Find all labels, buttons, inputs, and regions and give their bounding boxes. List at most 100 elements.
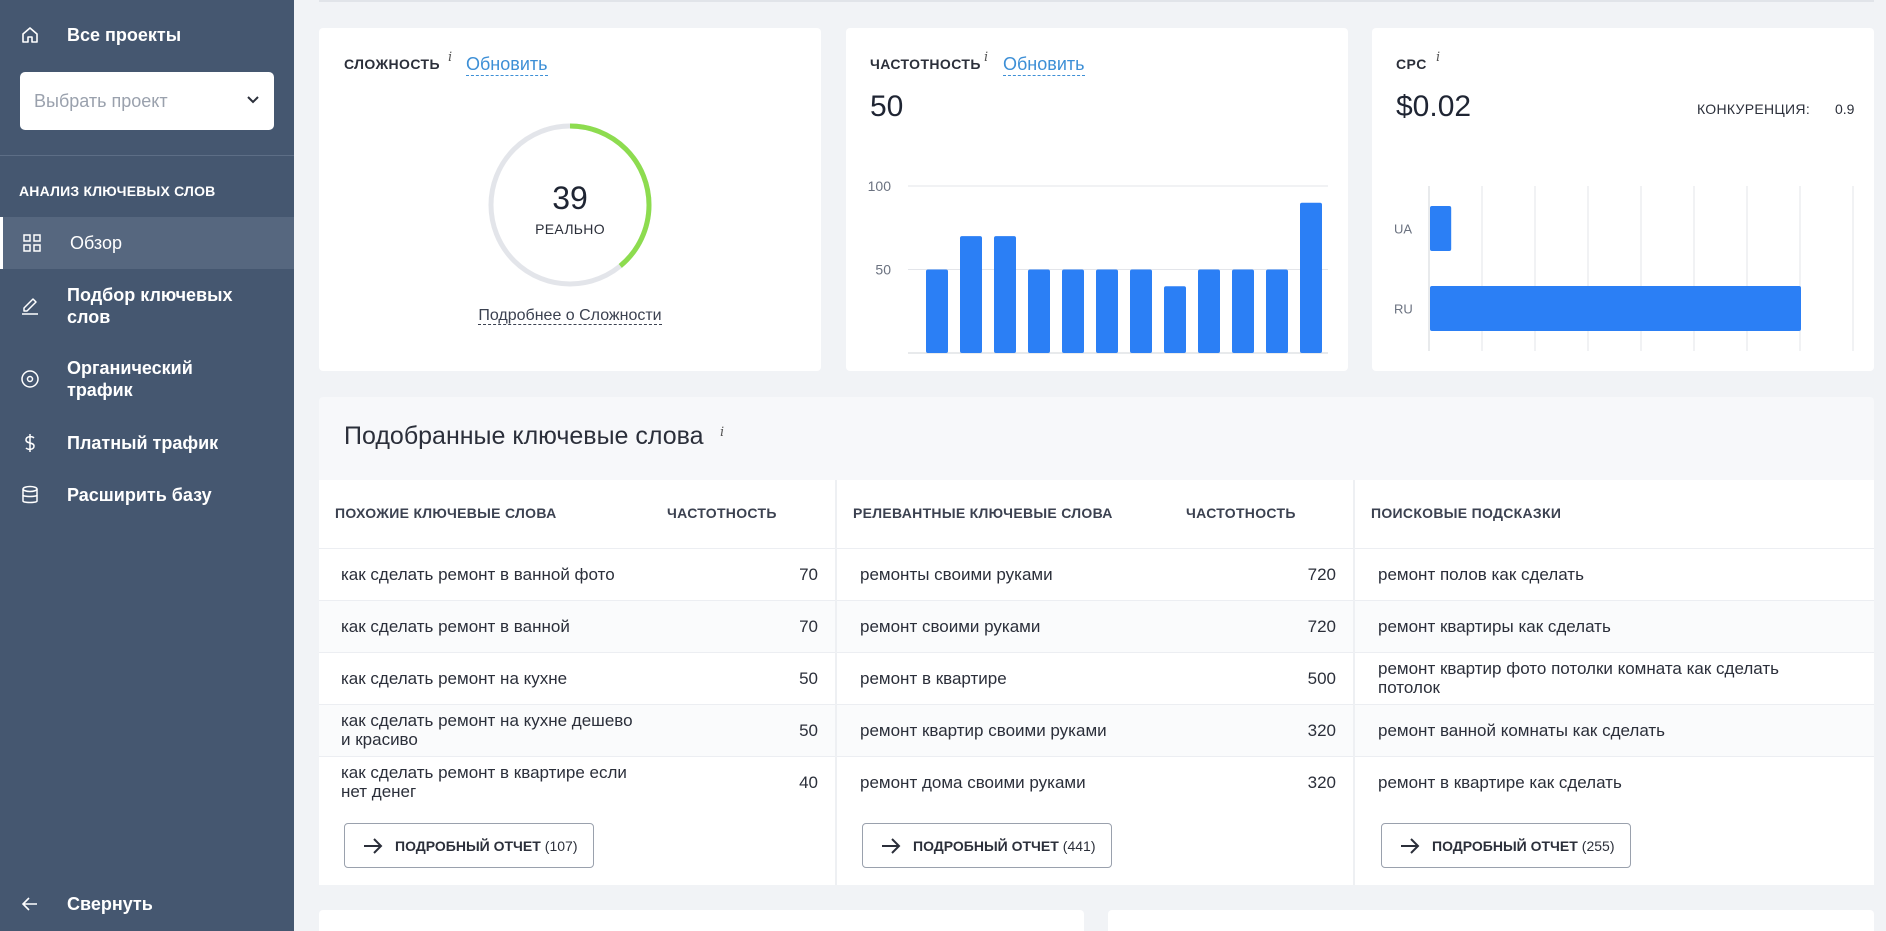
keyword-frequency: 320 <box>1258 704 1336 756</box>
y-tick-label: UA <box>1394 222 1412 237</box>
competition-label: КОНКУРЕНЦИЯ: <box>1697 101 1811 117</box>
keyword-link[interactable]: как сделать ремонт на кухне дешево и кра… <box>341 704 641 756</box>
sidebar-item-expand-database[interactable]: Расширить базу <box>0 482 294 508</box>
sidebar: Все проекты Выбрать проект АНАЛИЗ КЛЮЧЕВ… <box>0 0 294 931</box>
suggestion-link-text: ремонт квартир фото потолки комната как … <box>1378 659 1779 697</box>
frequency-bar <box>1062 269 1084 353</box>
info-icon[interactable]: i <box>1436 50 1440 65</box>
keyword-link[interactable]: как сделать ремонт в квартире если нет д… <box>341 756 641 808</box>
keyword-link[interactable]: как сделать ремонт на кухне <box>341 652 641 704</box>
keyword-link[interactable]: ремонт в квартире <box>860 652 1180 704</box>
difficulty-more-link[interactable]: Подробнее о Сложности <box>478 307 662 325</box>
cpc-chart: 0.050.10.150.20.250.30.350.4UARU <box>1394 186 1854 351</box>
difficulty-refresh-link[interactable]: Обновить <box>466 53 548 76</box>
frequency-bar <box>1198 269 1220 353</box>
suggestion-link-text: ремонт в квартире как сделать <box>1378 772 1622 792</box>
suggestion-link-text: ремонт ванной комнаты как сделать <box>1378 720 1666 740</box>
detailed-report-button-similar[interactable]: ПОДРОБНЫЙ ОТЧЕТ (107) <box>344 823 595 868</box>
keyword-link[interactable]: ремонт квартир своими руками <box>860 704 1180 756</box>
suggestion-link[interactable]: ремонт квартир фото потолки комната как … <box>1378 652 1828 704</box>
keyword-frequency-text: 720 <box>1307 564 1336 584</box>
sidebar-item-label: Платный трафик <box>67 433 219 453</box>
database-icon <box>20 485 40 505</box>
keyword-link[interactable]: ремонт своими руками <box>860 600 1180 652</box>
pencil-icon <box>20 296 40 316</box>
info-icon[interactable]: i <box>720 425 724 440</box>
bottom-card <box>1108 910 1874 931</box>
keyword-frequency: 40 <box>740 756 818 808</box>
sidebar-item-label: Подбор ключевых слов <box>67 285 233 327</box>
sidebar-item-paid-traffic[interactable]: Платный трафик <box>0 430 294 456</box>
cpc-value: $0.02 <box>1396 90 1472 123</box>
arrow-right-icon <box>363 837 383 854</box>
keyword-frequency-text: 720 <box>1307 616 1336 636</box>
detailed-report-button-suggestions[interactable]: ПОДРОБНЫЙ ОТЧЕТ (255) <box>1381 823 1632 868</box>
search-suggestions-header: ПОИСКОВЫЕ ПОДСКАЗКИ <box>1371 505 1562 521</box>
sidebar-item-label: Расширить базу <box>67 485 212 505</box>
frequency-bar <box>1300 202 1322 353</box>
keyword-link-text: ремонт своими руками <box>860 616 1041 636</box>
suggestion-link[interactable]: ремонт квартиры как сделать <box>1378 600 1828 652</box>
y-tick-label: RU <box>1394 302 1413 317</box>
info-icon[interactable]: i <box>448 50 452 65</box>
keyword-frequency-text: 70 <box>799 616 818 636</box>
suggestion-link[interactable]: ремонт полов как сделать <box>1378 548 1828 600</box>
suggestion-link[interactable]: ремонт в квартире как сделать <box>1378 756 1828 808</box>
frequency-bar <box>1232 269 1254 353</box>
keyword-frequency-text: 50 <box>799 668 818 688</box>
report-button-label: ПОДРОБНЫЙ ОТЧЕТ <box>1432 837 1578 854</box>
keyword-link[interactable]: ремонт дома своими руками <box>860 756 1180 808</box>
keyword-link[interactable]: как сделать ремонт в ванной <box>341 600 641 652</box>
frequency-value: 50 <box>870 90 904 123</box>
grid-icon <box>22 233 42 253</box>
home-icon <box>20 25 40 45</box>
suggestion-link-text: ремонт полов как сделать <box>1378 564 1584 584</box>
keyword-link-text: как сделать ремонт на кухне дешево и кра… <box>341 711 633 749</box>
sidebar-item-organic-traffic[interactable]: Органический трафик <box>0 357 294 401</box>
collapse-sidebar-button[interactable]: Свернуть <box>0 891 294 917</box>
keyword-link-text: как сделать ремонт в ванной фото <box>341 564 615 584</box>
top-divider <box>319 0 1874 2</box>
project-select-placeholder: Выбрать проект <box>34 90 168 111</box>
target-icon <box>20 369 40 389</box>
keyword-link-text: ремонт в квартире <box>860 668 1007 688</box>
suggestion-link[interactable]: ремонт ванной комнаты как сделать <box>1378 704 1828 756</box>
keyword-frequency: 70 <box>740 548 818 600</box>
bottom-card <box>319 910 1084 931</box>
frequency-refresh-link[interactable]: Обновить <box>1003 53 1085 76</box>
difficulty-title: СЛОЖНОСТЬ <box>344 56 440 72</box>
chevron-down-icon <box>246 92 260 110</box>
cpc-card: CPC i $0.02 КОНКУРЕНЦИЯ: 0.9 0.050.10.15… <box>1372 28 1874 371</box>
keyword-link[interactable]: ремонты своими руками <box>860 548 1180 600</box>
frequency-chart: 10050Май 2019Сен 2019Янв 2020 <box>868 178 1328 354</box>
arrow-left-icon <box>20 894 40 914</box>
detailed-report-button-relevant[interactable]: ПОДРОБНЫЙ ОТЧЕТ (441) <box>862 823 1113 868</box>
keyword-frequency: 50 <box>740 652 818 704</box>
keyword-link-text: как сделать ремонт на кухне <box>341 668 568 688</box>
keyword-frequency: 50 <box>740 704 818 756</box>
difficulty-value: 39 <box>552 180 588 216</box>
frequency-bar <box>1130 269 1152 353</box>
keyword-frequency-text: 500 <box>1307 668 1336 688</box>
keyword-frequency-text: 40 <box>799 772 818 792</box>
info-icon[interactable]: i <box>984 50 988 65</box>
sidebar-item-label: Органический трафик <box>67 358 193 400</box>
difficulty-status: РЕАЛЬНО <box>535 221 605 237</box>
y-tick-label: 100 <box>868 178 892 194</box>
report-button-count: (107) <box>544 837 578 854</box>
project-select[interactable]: Выбрать проект <box>20 72 274 130</box>
keyword-link-text: ремонт дома своими руками <box>860 772 1086 792</box>
frequency-bar <box>1028 269 1050 353</box>
report-button-label: ПОДРОБНЫЙ ОТЧЕТ <box>395 837 541 854</box>
relevant-keywords-header: РЕЛЕВАНТНЫЕ КЛЮЧЕВЫЕ СЛОВА <box>853 505 1113 521</box>
arrow-right-icon <box>881 837 901 854</box>
keyword-frequency: 320 <box>1258 756 1336 808</box>
sidebar-item-keyword-selection[interactable]: Подбор ключевых слов <box>0 284 294 328</box>
sidebar-item-overview[interactable]: Обзор <box>0 217 294 269</box>
keyword-link[interactable]: как сделать ремонт в ванной фото <box>341 548 641 600</box>
all-projects-link[interactable]: Все проекты <box>0 22 294 48</box>
sidebar-divider <box>0 155 294 156</box>
arrow-right-icon <box>1400 837 1420 854</box>
keyword-frequency-text: 70 <box>799 564 818 584</box>
cpc-bar <box>1430 206 1452 251</box>
